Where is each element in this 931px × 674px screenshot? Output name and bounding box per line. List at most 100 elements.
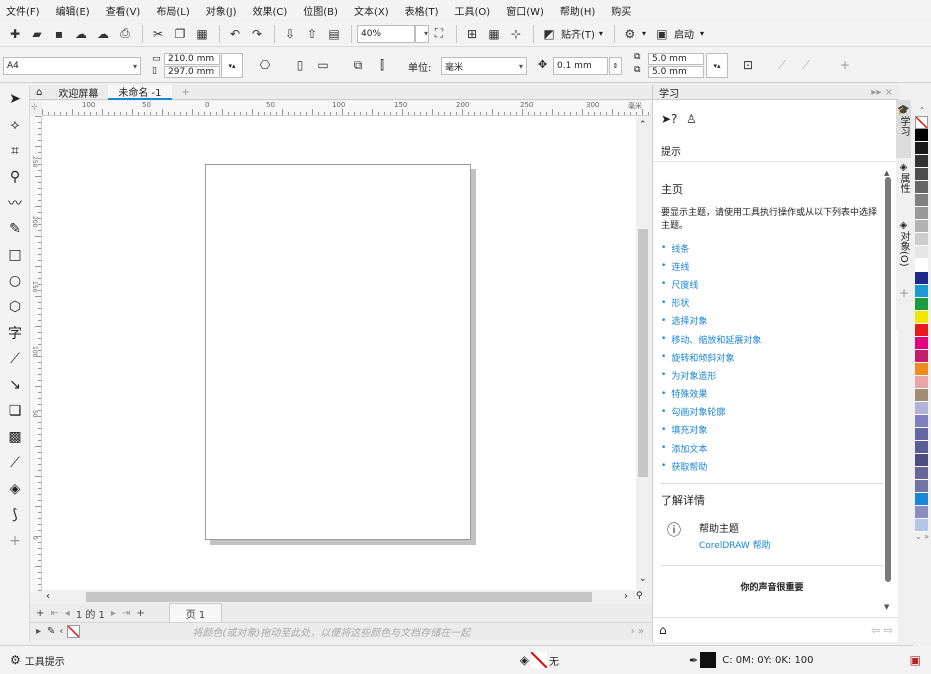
drop-shadow-tool-icon[interactable]: ❏	[0, 398, 30, 424]
add-page-after-icon[interactable]: +	[136, 608, 144, 619]
horizontal-scrollbar[interactable]: ‹ › ⚲	[42, 590, 650, 604]
menu-item-3[interactable]: 布局(L)	[156, 3, 189, 18]
snap-dropdown-icon[interactable]: ▾	[599, 29, 603, 38]
menu-item-4[interactable]: 对象(J)	[206, 3, 237, 18]
current-page-icon[interactable]: ⧉	[348, 55, 368, 75]
menu-item-10[interactable]: 窗口(W)	[506, 3, 544, 18]
tab-untitled-document[interactable]: 未命名 -1	[108, 84, 172, 100]
launch-dropdown-icon[interactable]: ▾	[700, 29, 704, 38]
drawing-canvas[interactable]	[42, 116, 636, 590]
docker-back-forward-icon[interactable]: ⇦ ⇨	[871, 624, 893, 637]
tab-objects[interactable]: ◈ 对象(O)	[896, 216, 911, 286]
no-color-swatch[interactable]	[67, 625, 81, 638]
palette-swatch[interactable]	[915, 506, 928, 519]
interactive-fill-tool-icon[interactable]: ◈	[0, 476, 30, 502]
palette-collapse-icon[interactable]: ‹	[59, 626, 63, 637]
edit-dim-icon[interactable]: ⟋	[796, 55, 816, 75]
coreldraw-help-link[interactable]: CorelDRAW 帮助	[699, 538, 771, 551]
zoom-fit-icon[interactable]: ⛶	[429, 24, 449, 44]
palette-swatch[interactable]	[915, 363, 928, 376]
palette-down-icon[interactable]: ⌄ »	[913, 532, 931, 541]
topic-link[interactable]: 获取帮助	[661, 457, 883, 475]
eyedropper-tool-icon[interactable]: ⟋	[0, 450, 30, 476]
menu-item-7[interactable]: 文本(X)	[354, 3, 389, 18]
palette-swatch[interactable]	[915, 233, 928, 246]
docker-scroll-up-icon[interactable]: ▲	[884, 169, 889, 177]
options-gear-icon[interactable]: ⚙	[620, 24, 640, 44]
topic-link[interactable]: 特殊效果	[661, 385, 883, 403]
palette-swatch[interactable]	[915, 181, 928, 194]
palette-swatch[interactable]	[915, 402, 928, 415]
zoom-dropdown[interactable]: ▾	[415, 24, 429, 43]
units-select[interactable]: 毫米 ▾	[441, 57, 527, 75]
save-icon[interactable]: ▪	[49, 24, 69, 44]
hints-pointer-icon[interactable]: ➤?	[661, 112, 677, 126]
palette-up-icon[interactable]: ⌃	[913, 106, 931, 116]
new-tab-icon[interactable]: +	[172, 85, 200, 100]
rectangle-tool-icon[interactable]: □	[0, 242, 30, 268]
horizontal-scroll-thumb[interactable]	[86, 592, 592, 602]
palette-swatch[interactable]	[915, 428, 928, 441]
grid-icon[interactable]: ▦	[484, 24, 504, 44]
palette-swatch[interactable]	[915, 324, 928, 337]
palette-swatch[interactable]	[915, 168, 928, 181]
connector-tool-icon[interactable]: ↘	[0, 372, 30, 398]
topic-link[interactable]: 添加文本	[661, 439, 883, 457]
palette-swatch[interactable]	[915, 467, 928, 480]
scroll-up-icon[interactable]: ⌃	[639, 120, 647, 130]
last-page-icon[interactable]: ⇥	[122, 608, 130, 619]
palette-swatch[interactable]	[915, 142, 928, 155]
palette-swatch[interactable]	[915, 454, 928, 467]
snap-icon[interactable]: ◩	[539, 24, 559, 44]
first-page-icon[interactable]: ⇤	[50, 608, 58, 619]
text-tool-icon[interactable]: 字	[0, 320, 30, 346]
add-page-before-icon[interactable]: +	[36, 608, 44, 619]
menu-item-11[interactable]: 帮助(H)	[560, 3, 595, 18]
palette-swatch[interactable]	[915, 311, 928, 324]
open-icon[interactable]: ▰	[27, 24, 47, 44]
vertical-scroll-thumb[interactable]	[638, 229, 648, 477]
palette-swatch[interactable]	[915, 350, 928, 363]
hints-user-icon[interactable]: ♙	[686, 112, 697, 126]
parallel-dimension-tool-icon[interactable]: ⟋	[0, 346, 30, 372]
all-pages-icon[interactable]: ⎔	[255, 55, 275, 75]
next-page-icon[interactable]: ▸	[111, 608, 116, 619]
page-border-icon[interactable]: ⊡	[738, 55, 758, 75]
import-icon[interactable]: ⇩	[280, 24, 300, 44]
palette-swatch[interactable]	[915, 389, 928, 402]
palette-expand-icon[interactable]: ▸	[36, 626, 41, 637]
smart-fill-tool-icon[interactable]: ⟆	[0, 502, 30, 528]
tool-hint-gear-icon[interactable]: ⚙	[10, 653, 21, 667]
edit-cap-icon[interactable]: ⟋	[772, 55, 792, 75]
add-tool-icon[interactable]: +	[0, 528, 30, 554]
snap-to-menu[interactable]: 贴齐(T)	[561, 26, 595, 41]
topic-link[interactable]: 尺度线	[661, 275, 883, 293]
palette-swatch[interactable]	[915, 272, 928, 285]
topic-link[interactable]: 勾画对象轮廓	[661, 403, 883, 421]
menu-item-6[interactable]: 位图(B)	[303, 3, 338, 18]
palette-swatch[interactable]	[915, 415, 928, 428]
topic-link[interactable]: 线条	[661, 239, 883, 257]
undo-icon[interactable]: ↶	[225, 24, 245, 44]
paste-icon[interactable]: ▦	[192, 24, 212, 44]
color-proof-icon[interactable]: ▣	[910, 653, 921, 667]
duplicate-spinner[interactable]: ▾▴	[706, 53, 728, 78]
menu-item-5[interactable]: 效果(C)	[252, 3, 287, 18]
page-layout-icon[interactable]: ⫿	[372, 55, 392, 75]
fill-none-swatch[interactable]	[531, 652, 547, 668]
new-document-icon[interactable]: ✚	[5, 24, 25, 44]
palette-swatch[interactable]	[915, 376, 928, 389]
eyedropper-icon[interactable]: ✎	[47, 626, 55, 637]
download-icon[interactable]: ☁	[93, 24, 113, 44]
topic-link[interactable]: 旋转和倾斜对象	[661, 348, 883, 366]
palette-swatch[interactable]	[915, 259, 928, 272]
horizontal-ruler[interactable]: 100 50 0 50 100 150 200 250 300 毫米	[42, 101, 650, 116]
docker-controls-icon[interactable]: ▸▸ ×	[871, 87, 893, 98]
ruler-origin-icon[interactable]: ⊹	[31, 102, 38, 111]
shape-tool-icon[interactable]: ⟡	[0, 112, 30, 138]
scroll-down-icon[interactable]: ⌄	[639, 574, 647, 584]
menu-item-1[interactable]: 编辑(E)	[56, 3, 90, 18]
palette-swatch[interactable]	[915, 519, 928, 532]
portrait-icon[interactable]: ▯	[290, 55, 310, 75]
palette-swatch[interactable]	[915, 194, 928, 207]
